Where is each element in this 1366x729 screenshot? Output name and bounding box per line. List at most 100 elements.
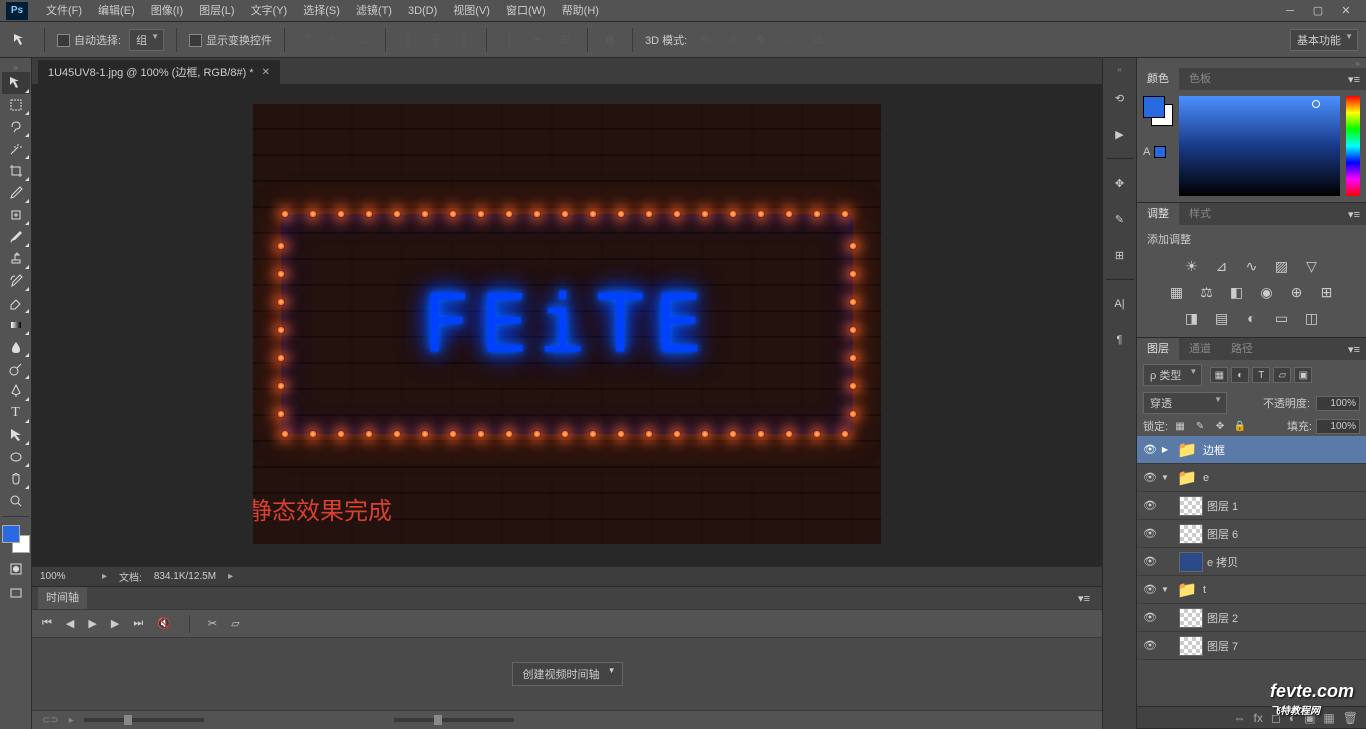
adjustments-panel-menu-icon[interactable]: ▾≡	[1342, 208, 1366, 221]
new-adjustment-icon[interactable]: ◐	[1289, 711, 1296, 725]
layer-name[interactable]: e 拷贝	[1207, 554, 1362, 570]
ps-logo[interactable]: Ps	[6, 2, 28, 20]
folder-toggle-icon[interactable]: ▼	[1159, 585, 1171, 594]
new-group-icon[interactable]: ▣	[1304, 711, 1315, 725]
history-panel-icon[interactable]: ⟲	[1108, 86, 1132, 110]
audio-mute-icon[interactable]: 🔇	[157, 617, 171, 630]
layer-row[interactable]: 👁图层 1	[1137, 492, 1366, 520]
eyedropper-tool[interactable]	[2, 182, 30, 204]
gradient-map-icon[interactable]: ▭	[1272, 309, 1292, 327]
timeline-menu-icon[interactable]: ▾≡	[1072, 592, 1096, 605]
layer-thumbnail[interactable]	[1179, 636, 1203, 656]
maximize-button[interactable]: ▢	[1304, 2, 1332, 20]
character-panel-icon[interactable]: A|	[1108, 292, 1132, 316]
auto-select-dropdown[interactable]: 组	[129, 29, 164, 51]
lock-image-icon[interactable]: ✎	[1192, 419, 1208, 433]
quick-mask-button[interactable]	[2, 559, 30, 579]
layer-name[interactable]: 边框	[1203, 442, 1362, 458]
go-last-frame-icon[interactable]: ⏭	[133, 617, 143, 630]
invert-icon[interactable]: ◨	[1182, 309, 1202, 327]
brightness-icon[interactable]: ☀	[1182, 257, 1202, 275]
color-balance-icon[interactable]: ⚖	[1197, 283, 1217, 301]
menu-选择[interactable]: 选择(S)	[295, 0, 348, 22]
adjustments-tab[interactable]: 调整	[1137, 203, 1179, 225]
opacity-input[interactable]	[1316, 396, 1360, 411]
type-tool[interactable]: T	[2, 402, 30, 424]
color-swatches[interactable]	[2, 525, 30, 553]
color-panel-menu-icon[interactable]: ▾≡	[1342, 73, 1366, 86]
visibility-toggle-icon[interactable]: 👁	[1141, 583, 1159, 596]
layers-tab[interactable]: 图层	[1137, 338, 1179, 360]
layer-name[interactable]: e	[1203, 472, 1362, 484]
shape-tool[interactable]	[2, 446, 30, 468]
channels-tab[interactable]: 通道	[1179, 338, 1221, 360]
crop-tool[interactable]	[2, 160, 30, 182]
menu-文件[interactable]: 文件(F)	[38, 0, 90, 22]
zoom-arrow-icon[interactable]: ▸	[102, 571, 107, 582]
timeline-zoom-slider-2[interactable]	[394, 718, 514, 722]
blend-mode-dropdown[interactable]: 穿透	[1143, 392, 1227, 414]
close-button[interactable]: ✕	[1332, 2, 1360, 20]
gradient-tool[interactable]	[2, 314, 30, 336]
blur-tool[interactable]	[2, 336, 30, 358]
photo-filter-icon[interactable]: ◉	[1257, 283, 1277, 301]
layer-style-icon[interactable]: fx	[1254, 711, 1263, 725]
fill-input[interactable]	[1316, 419, 1360, 434]
layer-name[interactable]: 图层 2	[1207, 610, 1362, 626]
menu-图像[interactable]: 图像(I)	[143, 0, 191, 22]
bw-icon[interactable]: ◧	[1227, 283, 1247, 301]
menu-文字[interactable]: 文字(Y)	[243, 0, 296, 22]
filter-type-icon[interactable]: T	[1252, 367, 1270, 383]
screen-mode-button[interactable]	[2, 583, 30, 603]
layer-mask-icon[interactable]: ◻	[1271, 711, 1281, 725]
menu-3d[interactable]: 3D(D)	[400, 0, 445, 22]
minimize-button[interactable]: ─	[1276, 2, 1304, 20]
timeline-zoom-slider[interactable]	[84, 718, 204, 722]
workspace-dropdown[interactable]: 基本功能	[1290, 29, 1358, 51]
document-tab[interactable]: 1U45UV8-1.jpg @ 100% (边框, RGB/8#) * ✕	[38, 60, 280, 84]
prev-frame-icon[interactable]: ◀	[66, 617, 74, 630]
visibility-toggle-icon[interactable]: 👁	[1141, 471, 1159, 484]
layer-thumbnail[interactable]	[1179, 496, 1203, 516]
swatches-tab[interactable]: 色板	[1179, 68, 1221, 90]
layer-row[interactable]: 👁 e 拷贝	[1137, 548, 1366, 576]
brush-presets-icon[interactable]: ⊞	[1108, 243, 1132, 267]
layer-row[interactable]: 👁图层 7	[1137, 632, 1366, 660]
filter-shape-icon[interactable]: ▱	[1273, 367, 1291, 383]
move-tool[interactable]	[2, 72, 30, 94]
eraser-tool[interactable]	[2, 292, 30, 314]
selective-color-icon[interactable]: ◫	[1302, 309, 1322, 327]
posterize-icon[interactable]: ▤	[1212, 309, 1232, 327]
visibility-toggle-icon[interactable]: 👁	[1141, 499, 1159, 512]
magic-wand-tool[interactable]	[2, 138, 30, 160]
clone-stamp-tool[interactable]	[2, 248, 30, 270]
lasso-tool[interactable]	[2, 116, 30, 138]
delete-layer-icon[interactable]: 🗑	[1343, 711, 1358, 725]
filter-smart-icon[interactable]: ▣	[1294, 367, 1312, 383]
new-layer-icon[interactable]: ▦	[1323, 711, 1334, 725]
timeline-tab[interactable]: 时间轴	[38, 587, 87, 609]
layer-row[interactable]: 👁▼📁e	[1137, 464, 1366, 492]
layer-name[interactable]: 图层 6	[1207, 526, 1362, 542]
healing-brush-tool[interactable]	[2, 204, 30, 226]
play-icon[interactable]: ▶	[88, 617, 96, 630]
path-selection-tool[interactable]	[2, 424, 30, 446]
curves-icon[interactable]: ∿	[1242, 257, 1262, 275]
close-tab-icon[interactable]: ✕	[262, 67, 270, 78]
lock-all-icon[interactable]: 🔒	[1232, 419, 1248, 433]
exposure-icon[interactable]: ▨	[1272, 257, 1292, 275]
layers-panel-menu-icon[interactable]: ▾≡	[1342, 343, 1366, 356]
transition-icon[interactable]: ▱	[231, 617, 239, 630]
vibrance-icon[interactable]: ▽	[1302, 257, 1322, 275]
layer-row[interactable]: 👁 图层 6	[1137, 520, 1366, 548]
color-lookup-icon[interactable]: ⊞	[1317, 283, 1337, 301]
zoom-level[interactable]: 100%	[40, 571, 90, 582]
visibility-toggle-icon[interactable]: 👁	[1141, 527, 1159, 540]
layer-thumbnail[interactable]	[1179, 552, 1203, 572]
color-ramp[interactable]	[1179, 96, 1340, 196]
menu-窗口[interactable]: 窗口(W)	[498, 0, 554, 22]
visibility-toggle-icon[interactable]: 👁	[1141, 555, 1159, 568]
zoom-tool[interactable]	[2, 490, 30, 512]
pen-tool[interactable]	[2, 380, 30, 402]
history-brush-tool[interactable]	[2, 270, 30, 292]
